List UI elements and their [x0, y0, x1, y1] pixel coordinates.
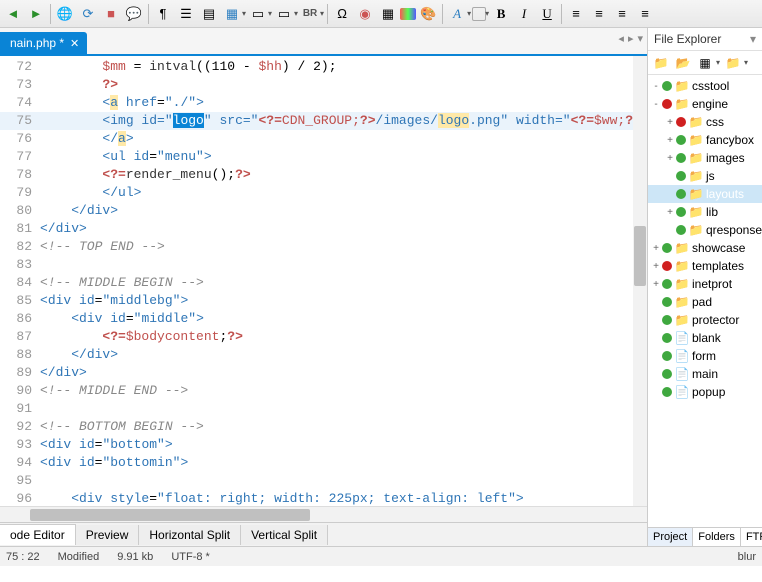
format-icon[interactable]: 🎨 [417, 3, 439, 25]
main-toolbar: ◄ ► 🌐 ⟳ ■ 💬 ¶ ☰ ▤ ▦▾ ▭▾ ▭▾ BR▾ Ω ◉ ▦ 🎨 A… [0, 0, 762, 28]
globe-icon[interactable]: 🌐 [54, 3, 76, 25]
explorer-tab-project[interactable]: Project [648, 528, 693, 546]
omega-icon[interactable]: Ω [331, 3, 353, 25]
align-justify-icon[interactable]: ≡ [634, 3, 656, 25]
folder-add-icon[interactable]: 📂 [674, 54, 692, 72]
vertical-scrollbar[interactable] [633, 56, 647, 506]
palette-icon[interactable]: ◉ [354, 3, 376, 25]
status-right: blur [738, 551, 756, 563]
mode-tab-preview[interactable]: Preview [76, 525, 140, 545]
tab-prev-icon[interactable]: ◂ [618, 32, 624, 45]
underline-button[interactable]: U [536, 3, 558, 25]
tree-folder-templates[interactable]: +📁templates [648, 257, 762, 275]
tree-folder-css[interactable]: +📁css [648, 113, 762, 131]
file-encoding: UTF-8 * [171, 551, 210, 563]
status-bar: 75 : 22 Modified 9.91 kb UTF-8 * blur [0, 546, 762, 566]
tree-file-form[interactable]: 📄form [648, 347, 762, 365]
close-icon[interactable]: ✕ [70, 37, 79, 50]
file-tree[interactable]: -📁csstool-📁engine+📁css+📁fancybox+📁images… [648, 75, 762, 527]
bold-button[interactable]: B [490, 3, 512, 25]
folder-icon[interactable]: 📁 [652, 54, 670, 72]
align-left-icon[interactable]: ≡ [565, 3, 587, 25]
back-icon[interactable]: ◄ [2, 3, 24, 25]
tree-folder-lib[interactable]: +📁lib [648, 203, 762, 221]
explorer-title: File Explorer [654, 32, 721, 46]
explorer-header: File Explorer ▾ [648, 28, 762, 51]
pilcrow-icon[interactable]: ¶ [152, 3, 174, 25]
chevron-down-icon[interactable]: ▾ [750, 32, 756, 46]
explorer-tabs: ProjectFoldersFTP [648, 527, 762, 546]
comment-icon[interactable]: 💬 [123, 3, 145, 25]
tree-folder-showcase[interactable]: +📁showcase [648, 239, 762, 257]
tree-file-main[interactable]: 📄main [648, 365, 762, 383]
color-icon[interactable]: ▦ [377, 3, 399, 25]
horizontal-scrollbar[interactable] [0, 506, 647, 522]
explorer-tab-folders[interactable]: Folders [693, 528, 741, 546]
font-style-button[interactable]: A [446, 3, 468, 25]
code-editor[interactable]: 7273747576777879808182838485868788899091… [0, 54, 647, 506]
view-icon[interactable]: ▦ [696, 54, 714, 72]
tab-title: nain.php * [10, 36, 64, 50]
tree-folder-pad[interactable]: 📁pad [648, 293, 762, 311]
align-right-icon[interactable]: ≡ [611, 3, 633, 25]
explorer-toolbar: 📁 📂 ▦▾ 📁▾ [648, 51, 762, 75]
editor-mode-tabs: ode EditorPreviewHorizontal SplitVertica… [0, 522, 647, 546]
tree-folder-inetprot[interactable]: +📁inetprot [648, 275, 762, 293]
mode-tab-horizontal-split[interactable]: Horizontal Split [139, 525, 241, 545]
tree-folder-fancybox[interactable]: +📁fancybox [648, 131, 762, 149]
editor-tabbar: nain.php * ✕ ◂ ▸ ▾ [0, 28, 647, 54]
mode-tab-vertical-split[interactable]: Vertical Split [241, 525, 328, 545]
folder2-icon[interactable]: 📁 [724, 54, 742, 72]
layout-icon[interactable]: ▭ [247, 3, 269, 25]
refresh-icon[interactable]: ⟳ [77, 3, 99, 25]
code-content[interactable]: $mm = intval((110 - $hh) / 2); ?> <a hre… [40, 56, 647, 506]
cursor-position: 75 : 22 [6, 551, 40, 563]
mode-tab-ode-editor[interactable]: ode Editor [0, 524, 76, 545]
hilite-icon[interactable] [400, 8, 416, 20]
numbered-list-icon[interactable]: ▤ [198, 3, 220, 25]
tree-folder-js[interactable]: 📁js [648, 167, 762, 185]
font-size-button[interactable] [472, 7, 486, 21]
dropdown-icon[interactable]: ▭ [273, 3, 295, 25]
editor-pane: nain.php * ✕ ◂ ▸ ▾ 727374757677787980818… [0, 28, 647, 546]
tab-menu-icon[interactable]: ▾ [637, 32, 643, 45]
tree-folder-qresponse[interactable]: 📁qresponse [648, 221, 762, 239]
file-tab[interactable]: nain.php * ✕ [0, 32, 87, 54]
br-button[interactable]: BR [299, 3, 321, 25]
tree-folder-engine[interactable]: -📁engine [648, 95, 762, 113]
file-size: 9.91 kb [117, 551, 153, 563]
tree-folder-layouts[interactable]: 📁layouts [648, 185, 762, 203]
line-gutter: 7273747576777879808182838485868788899091… [0, 56, 40, 506]
tab-next-icon[interactable]: ▸ [628, 32, 634, 45]
tree-file-popup[interactable]: 📄popup [648, 383, 762, 401]
file-explorer: File Explorer ▾ 📁 📂 ▦▾ 📁▾ -📁csstool-📁eng… [647, 28, 762, 546]
file-state: Modified [58, 551, 100, 563]
forward-icon[interactable]: ► [25, 3, 47, 25]
tree-folder-images[interactable]: +📁images [648, 149, 762, 167]
scroll-thumb[interactable] [634, 226, 646, 286]
stop-icon[interactable]: ■ [100, 3, 122, 25]
tree-folder-protector[interactable]: 📁protector [648, 311, 762, 329]
explorer-tab-ftp[interactable]: FTP [741, 528, 762, 546]
list-icon[interactable]: ☰ [175, 3, 197, 25]
tree-file-blank[interactable]: 📄blank [648, 329, 762, 347]
table-icon[interactable]: ▦ [221, 3, 243, 25]
italic-button[interactable]: I [513, 3, 535, 25]
align-center-icon[interactable]: ≡ [588, 3, 610, 25]
hscroll-thumb[interactable] [30, 509, 310, 521]
tree-folder-csstool[interactable]: -📁csstool [648, 77, 762, 95]
